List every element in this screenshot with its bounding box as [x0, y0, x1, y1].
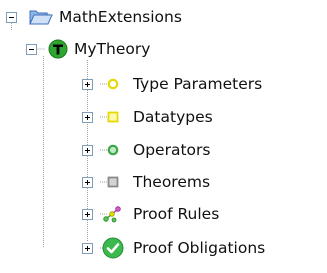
tree-node-proof-rules[interactable]: Proof Rules	[82, 201, 219, 227]
tree-node-label: Datatypes	[133, 108, 213, 126]
tree-node-label: Operators	[133, 141, 211, 159]
tree-node-label: MyTheory	[74, 40, 151, 58]
tree-node-datatypes[interactable]: Datatypes	[82, 104, 213, 130]
proof-rules-icon	[102, 203, 124, 225]
project-tree: MathExtensions MyTheory Type Parameters …	[0, 0, 327, 273]
theory-t-icon	[48, 39, 68, 59]
open-folder-icon	[29, 7, 53, 27]
expand-plus-icon[interactable]	[82, 242, 93, 254]
expand-plus-icon[interactable]	[82, 78, 93, 90]
yellow-circle-icon	[102, 73, 124, 95]
tree-node-label: Proof Rules	[133, 205, 220, 223]
tree-node-proof-obligations[interactable]: Proof Obligations	[82, 235, 265, 261]
collapse-minus-icon[interactable]	[26, 43, 37, 55]
yellow-square-icon	[102, 106, 124, 128]
tree-node-label: Proof Obligations	[133, 239, 266, 257]
tree-node-mytheory[interactable]: MyTheory	[26, 36, 150, 62]
collapse-minus-icon[interactable]	[6, 11, 17, 23]
tree-node-label: Theorems	[133, 173, 211, 191]
green-circle-icon	[102, 139, 124, 161]
tree-node-label: Type Parameters	[133, 75, 263, 93]
gray-square-icon	[102, 171, 124, 193]
tree-node-mathextensions[interactable]: MathExtensions	[6, 4, 182, 30]
tree-node-label: MathExtensions	[59, 8, 182, 26]
tree-node-type-parameters[interactable]: Type Parameters	[82, 71, 262, 97]
expand-plus-icon[interactable]	[82, 111, 93, 123]
green-check-icon	[102, 237, 124, 259]
expand-plus-icon[interactable]	[82, 208, 93, 220]
tree-node-operators[interactable]: Operators	[82, 137, 210, 163]
tree-node-theorems[interactable]: Theorems	[82, 169, 210, 195]
expand-plus-icon[interactable]	[82, 144, 93, 156]
expand-plus-icon[interactable]	[82, 176, 93, 188]
